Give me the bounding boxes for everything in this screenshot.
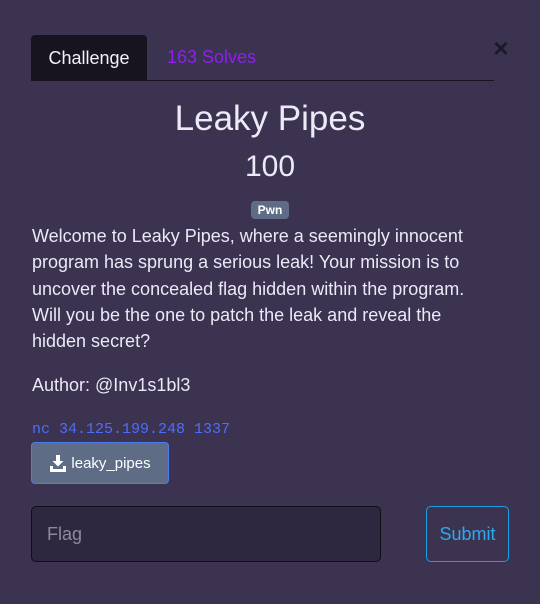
tab-challenge[interactable]: Challenge — [31, 35, 147, 80]
challenge-author: Author: @Inv1s1bl3 — [32, 375, 191, 395]
download-file-label: leaky_pipes — [71, 454, 151, 472]
tab-solves[interactable]: 163 Solves — [167, 35, 256, 80]
close-icon: × — [493, 33, 509, 63]
download-icon — [49, 454, 67, 472]
challenge-value: 100 — [244, 150, 296, 183]
submit-button[interactable]: Submit — [426, 506, 509, 562]
category-badge: Pwn — [251, 201, 289, 219]
download-file-button[interactable]: leaky_pipes — [31, 442, 169, 484]
challenge-description: Welcome to Leaky Pipes, where a seemingl… — [32, 226, 465, 352]
connection-info: nc 34.125.199.248 1337 — [32, 421, 231, 438]
challenge-modal: × Challenge 163 Solves Leaky Pipes 100 P… — [0, 0, 540, 604]
modal-tabs: Challenge 163 Solves — [31, 35, 494, 81]
challenge-name: Leaky Pipes — [174, 99, 366, 138]
flag-input[interactable] — [31, 506, 381, 562]
